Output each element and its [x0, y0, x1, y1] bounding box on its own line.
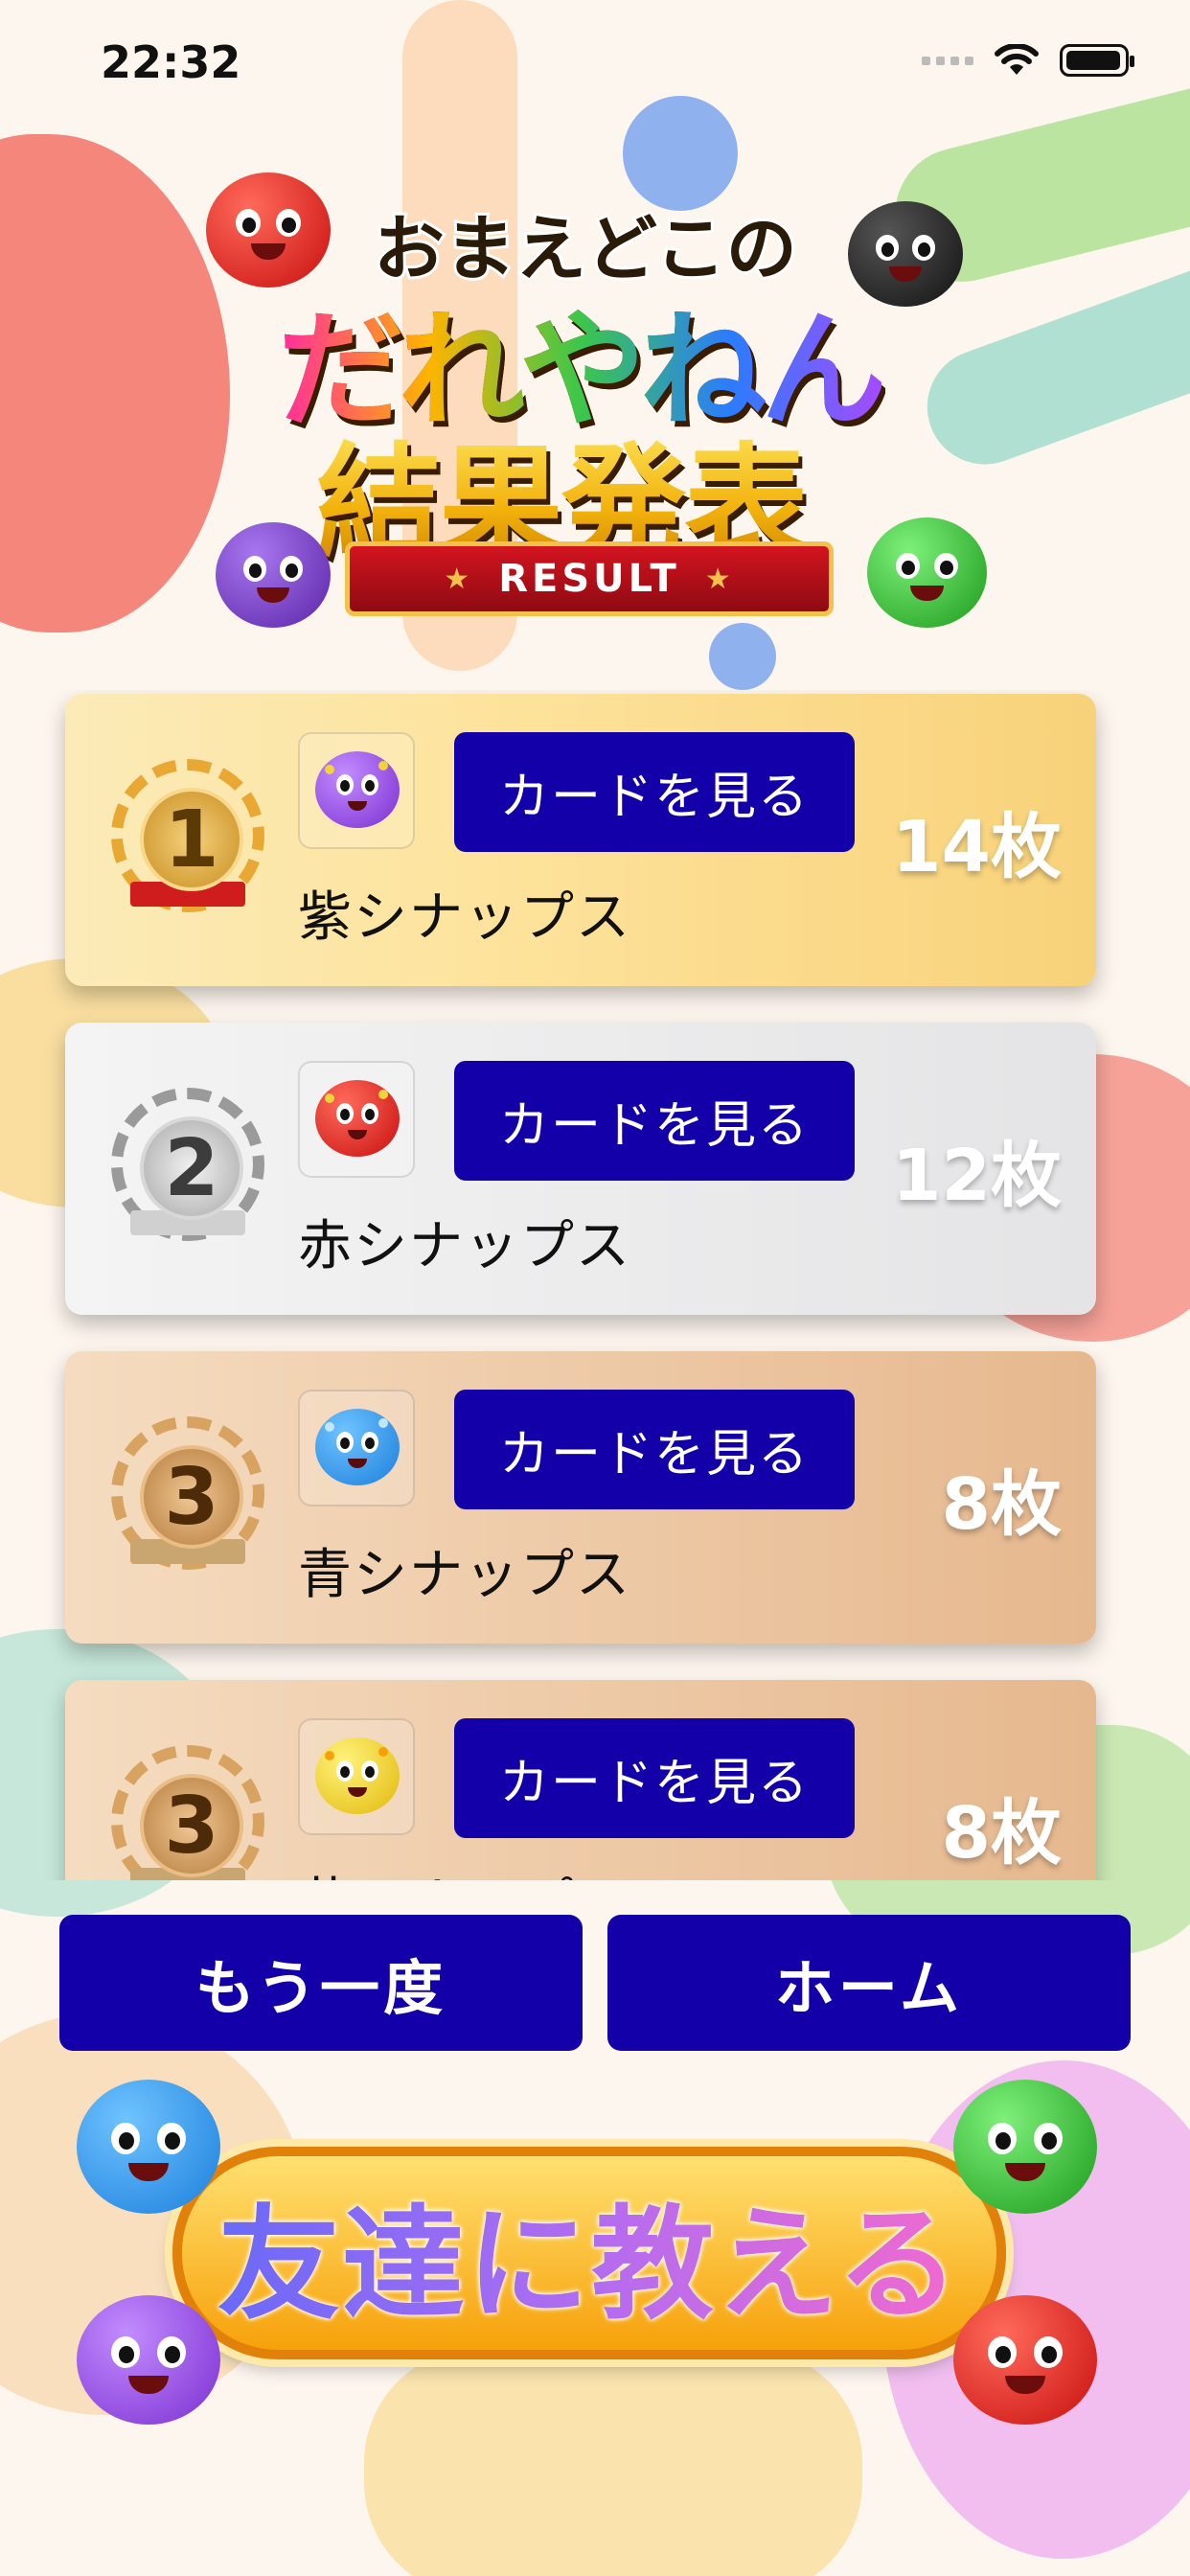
card-count: 8枚: [941, 1463, 1063, 1546]
result-card-1: 1 カードを見る 紫シナップス 14枚: [65, 694, 1096, 986]
view-cards-button[interactable]: カードを見る: [454, 732, 855, 852]
star-icon: ★: [444, 562, 474, 596]
share-with-friends-button[interactable]: 友達に教える: [172, 2147, 1006, 2359]
view-cards-button[interactable]: カードを見る: [454, 1718, 855, 1838]
rank-medal: 3: [111, 1416, 264, 1579]
purple-creature-icon: [298, 732, 415, 849]
blue-creature-icon: [298, 1390, 415, 1506]
blue-mascot-icon: [77, 2080, 220, 2214]
pirate-mascot-icon: [848, 201, 963, 307]
red-mascot-icon: [206, 172, 331, 288]
rank-medal: 1: [111, 759, 264, 922]
wifi-icon: [995, 44, 1039, 75]
results-list[interactable]: 1 カードを見る 紫シナップス 14枚 2 カードを見る 赤シナップス 12枚 …: [0, 690, 1190, 1880]
rank-medal: 2: [111, 1088, 264, 1251]
wizard-mascot-icon: [216, 522, 331, 628]
status-bar: 22:32: [0, 0, 1190, 125]
player-name: 青シナップス: [298, 1544, 631, 1606]
share-label: 友達に教える: [217, 2165, 961, 2342]
ribbon-label: RESULT: [498, 557, 680, 601]
player-name: 黄シナップス: [298, 1860, 631, 1880]
result-card-3: 3 カードを見る 青シナップス 8枚: [65, 1351, 1096, 1644]
player-name: 赤シナップス: [298, 1215, 631, 1277]
result-card-4: 3 カードを見る 黄シナップス 8枚: [65, 1680, 1096, 1880]
cowboy-mascot-icon: [867, 518, 987, 628]
retry-button[interactable]: もう一度: [59, 1915, 583, 2051]
view-cards-button[interactable]: カードを見る: [454, 1390, 855, 1509]
status-time: 22:32: [101, 36, 241, 88]
yellow-creature-icon: [298, 1718, 415, 1835]
red-creature-icon: [298, 1061, 415, 1178]
rank-number: 3: [140, 1774, 243, 1877]
card-count: 14枚: [892, 806, 1062, 888]
star-icon: ★: [704, 562, 735, 596]
battery-icon: [1060, 44, 1134, 77]
result-ribbon: ★ RESULT ★: [345, 541, 834, 616]
purple-mascot-icon: [77, 2295, 220, 2425]
view-cards-button[interactable]: カードを見る: [454, 1061, 855, 1181]
rank-number: 3: [140, 1445, 243, 1549]
signal-icon: [922, 56, 973, 65]
green-mascot-icon: [953, 2080, 1097, 2214]
card-count: 12枚: [892, 1135, 1062, 1217]
status-icons: [922, 44, 1134, 77]
red-mascot-icon: [953, 2295, 1097, 2425]
home-button[interactable]: ホーム: [607, 1915, 1131, 2051]
card-count: 8枚: [941, 1792, 1063, 1874]
player-name: 紫シナップス: [298, 886, 631, 949]
rank-number: 1: [140, 788, 243, 891]
rank-number: 2: [140, 1116, 243, 1220]
rank-medal: 3: [111, 1745, 264, 1880]
result-card-2: 2 カードを見る 赤シナップス 12枚: [65, 1023, 1096, 1315]
